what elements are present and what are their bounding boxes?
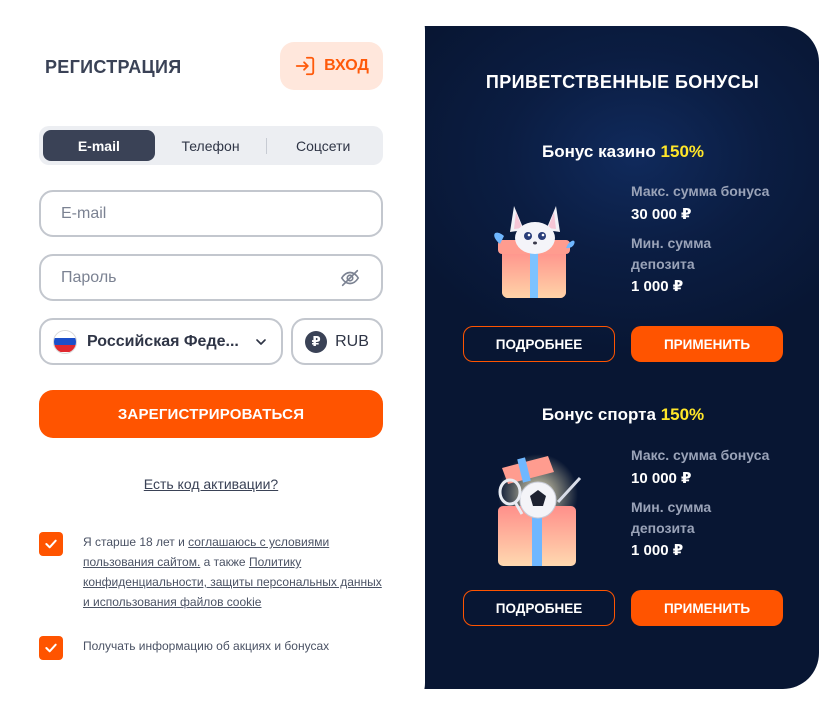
login-label: ВХОД [324,57,369,74]
casino-more-button[interactable]: ПОДРОБНЕЕ [463,326,615,362]
chevron-down-icon [256,338,266,345]
casino-bonus-percent: 150% [660,142,705,161]
russia-flag-icon [53,329,77,354]
casino-min-label: Мин. сумма депозита [631,235,712,272]
promo-consent-label: Получать информацию об акциях и бонусах [83,639,330,653]
casino-max-label: Макс. сумма бонуса [631,183,770,199]
email-input[interactable] [61,204,361,223]
consent-middle: а также [200,555,249,569]
fox-gift-box-icon [494,206,575,298]
check-icon [45,539,57,549]
country-select[interactable]: Российская Феде... [39,318,283,365]
register-button[interactable]: ЗАРЕГИСТРИРОВАТЬСЯ [39,390,383,438]
country-value: Российская Феде... [87,332,239,350]
consent-prefix: Я старше 18 лет и [83,535,189,549]
registration-title: РЕГИСТРАЦИЯ [45,57,182,77]
sport-bonus-heading: Бонус спорта 150% [423,405,819,425]
sport-gift-box-icon [498,454,582,566]
casino-bonus-heading: Бонус казино 150% [423,142,819,162]
ruble-icon: ₽ [305,330,328,353]
tab-social[interactable]: Соцсети [267,130,379,161]
promo-consent-checkbox[interactable] [39,636,63,660]
casino-min-value: 1 000 ₽ [631,278,684,295]
casino-apply-button[interactable]: ПРИМЕНИТЬ [631,326,783,362]
sport-bonus-name: Бонус спорта [541,405,656,424]
bonuses-title: ПРИВЕТСТВЕННЫЕ БОНУСЫ [485,72,760,92]
check-icon [45,643,57,653]
currency-value: RUB [335,332,369,350]
sport-min-value: 1 000 ₽ [631,542,684,559]
tab-phone[interactable]: Телефон [155,130,267,161]
currency-select[interactable]: ₽ RUB [291,318,383,365]
casino-max-value: 30 000 ₽ [631,206,692,223]
age-terms-text: Я старше 18 лет и соглашаюсь с условиями… [83,532,383,612]
login-icon [295,56,315,76]
password-input[interactable] [61,268,339,287]
tab-email[interactable]: E-mail [43,130,155,161]
sport-max-value: 10 000 ₽ [631,470,692,487]
password-field [39,254,383,301]
age-terms-checkbox[interactable] [39,532,63,556]
casino-bonus-name: Бонус казино [541,142,656,161]
sport-apply-button[interactable]: ПРИМЕНИТЬ [631,590,783,626]
sport-max-label: Макс. сумма бонуса [631,447,770,463]
email-field [39,190,383,237]
sport-more-button[interactable]: ПОДРОБНЕЕ [463,590,615,626]
sport-bonus-percent: 150% [660,405,705,424]
eye-off-icon[interactable] [339,267,361,289]
registration-tabs: E-mail Телефон Соцсети [39,126,383,165]
login-button[interactable]: ВХОД [280,42,383,90]
activation-code-link[interactable]: Есть код активации? [0,476,422,492]
sport-min-label: Мин. сумма депозита [631,499,712,536]
